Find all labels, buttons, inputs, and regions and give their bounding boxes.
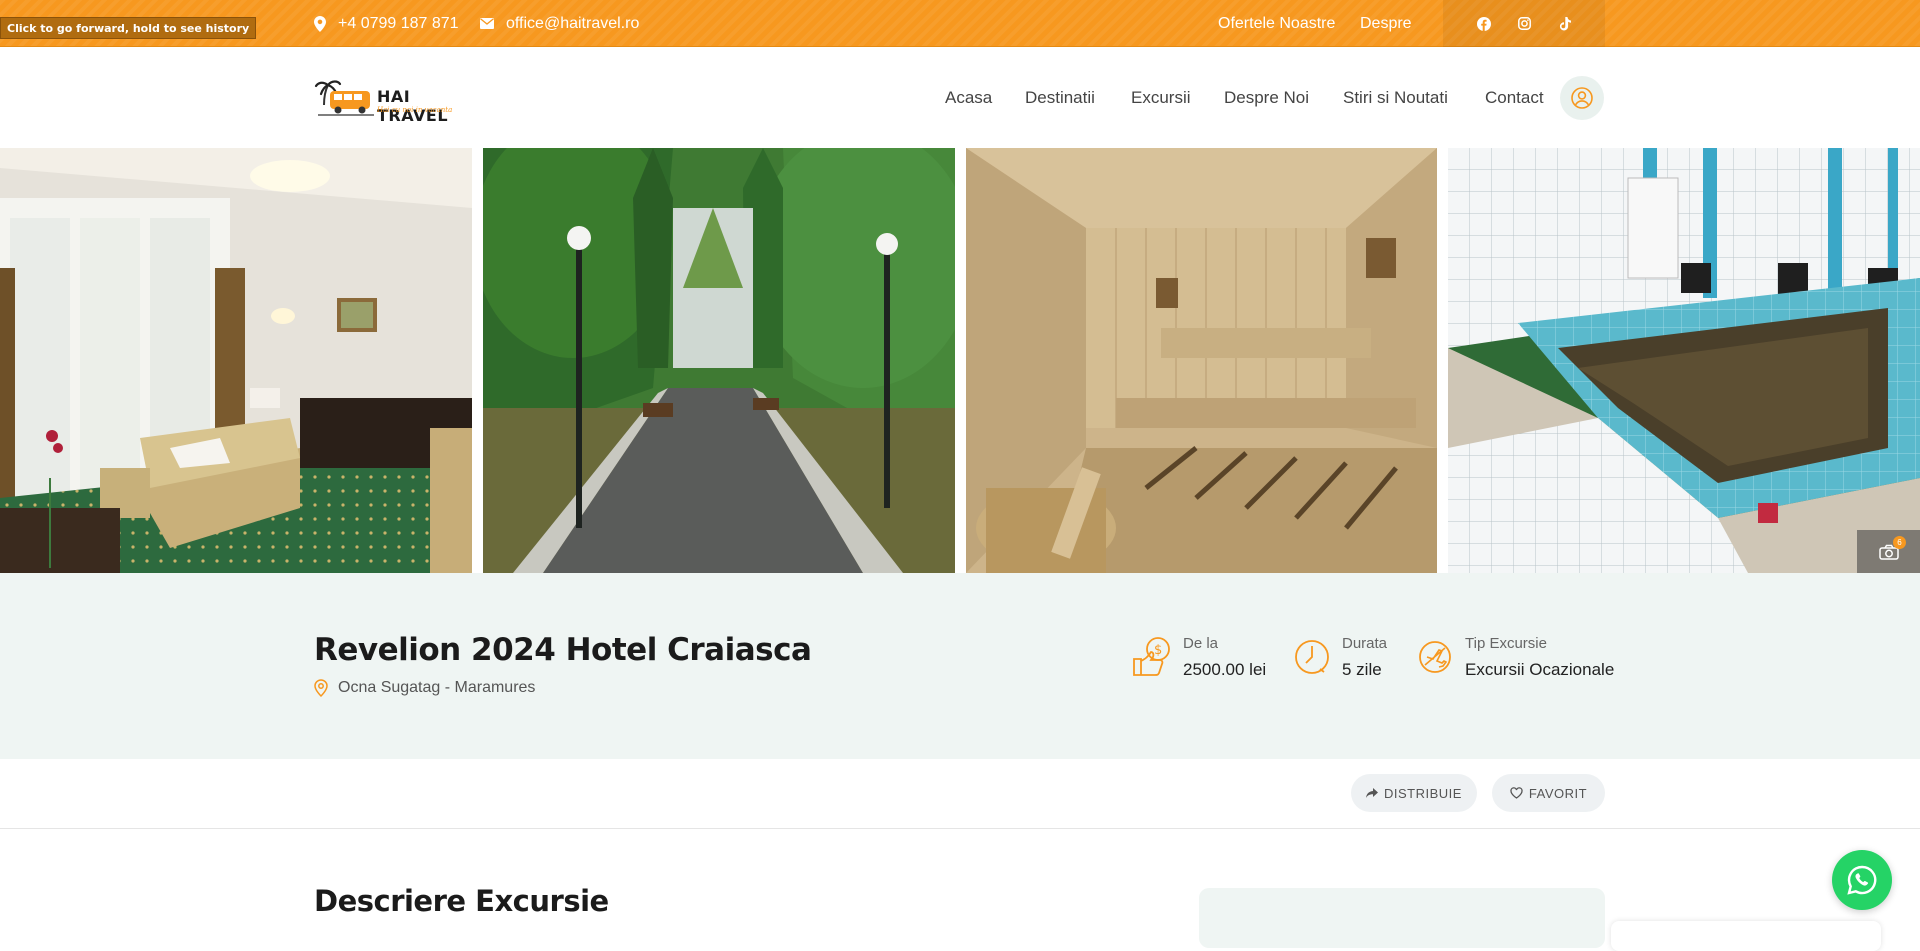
phone-contact[interactable]: +4 0799 187 871	[314, 0, 459, 47]
mail-icon	[480, 18, 494, 29]
facebook-icon[interactable]	[1476, 16, 1491, 31]
duration-label: Durata	[1342, 635, 1388, 652]
indoor-pool-photo[interactable]	[1448, 148, 1920, 573]
gallery-count-button[interactable]: 6	[1857, 530, 1920, 573]
browser-tooltip: Click to go forward, hold to see history	[0, 17, 257, 39]
topbar-link-about[interactable]: Despre	[1360, 0, 1412, 47]
top-bar: +4 0799 187 871 office@haitravel.ro Ofer…	[0, 0, 1920, 47]
nav-item-contact[interactable]: Contact	[1485, 47, 1544, 148]
tour-location: Ocna Sugatag - Maramures	[314, 679, 535, 697]
account-button[interactable]	[1560, 76, 1604, 120]
heart-icon	[1510, 787, 1523, 799]
topbar-link-offers[interactable]: Ofertele Noastre	[1218, 0, 1335, 47]
map-pin-icon	[314, 15, 326, 32]
nav-label[interactable]: Acasa	[945, 88, 992, 108]
logo-tagline: Hai cu noi in vacanta	[377, 106, 453, 114]
favorite-button[interactable]: FAVORIT	[1492, 774, 1605, 812]
price-value: 2500.00 lei	[1183, 660, 1267, 679]
price-tag-icon: $	[1133, 637, 1170, 676]
share-button[interactable]: DISTRIBUIE	[1351, 774, 1477, 812]
nav-label[interactable]: Contact	[1485, 88, 1544, 108]
whatsapp-icon	[1847, 865, 1877, 895]
booking-sidebox	[1199, 888, 1605, 948]
email-text: office@haitravel.ro	[506, 14, 640, 32]
price-info: $ De la 2500.00 lei	[1131, 635, 1266, 680]
share-icon	[1366, 787, 1379, 798]
page-title: Revelion 2024 Hotel Craiasca	[314, 632, 812, 668]
social-links	[1443, 0, 1605, 47]
tour-type-value: Excursii Ocazionale	[1465, 660, 1615, 679]
instagram-icon[interactable]	[1518, 17, 1532, 30]
location-text: Ocna Sugatag - Maramures	[338, 679, 536, 696]
site-logo[interactable]: HAI TRAVEL Hai cu noi in vacanta	[314, 75, 474, 125]
nav-label[interactable]: Destinatii	[1025, 88, 1095, 108]
nav-item-about[interactable]: Despre Noi	[1224, 47, 1309, 148]
email-contact[interactable]: office@haitravel.ro	[480, 0, 639, 47]
clock-icon	[1295, 640, 1329, 674]
sauna-photo[interactable]	[966, 148, 1437, 573]
site-header: HAI TRAVEL Hai cu noi in vacanta Acasa D…	[0, 47, 1920, 148]
logo-mark-icon	[314, 80, 374, 116]
hotel-room-photo[interactable]	[0, 148, 472, 573]
duration-value: 5 zile	[1342, 660, 1382, 679]
price-label: De la	[1183, 635, 1219, 652]
nav-item-home[interactable]: Acasa	[945, 47, 992, 148]
description-heading: Descriere Excursie	[314, 884, 609, 918]
tiktok-icon[interactable]	[1559, 16, 1572, 31]
share-label: DISTRIBUIE	[1384, 785, 1462, 801]
phone-text: +4 0799 187 871	[338, 14, 459, 32]
user-circle-icon	[1571, 87, 1593, 109]
nav-item-news[interactable]: Stiri si Noutati	[1343, 47, 1448, 148]
actions-bar: DISTRIBUIE FAVORIT	[0, 759, 1920, 829]
chat-preview-card	[1611, 921, 1881, 951]
whatsapp-button[interactable]	[1832, 850, 1892, 910]
photo-gallery: 6	[0, 148, 1920, 573]
plane-globe-icon	[1419, 641, 1451, 673]
nav-label[interactable]: Despre Noi	[1224, 88, 1309, 108]
tour-type-label: Tip Excursie	[1465, 635, 1547, 652]
nav-label[interactable]: Stiri si Noutati	[1343, 88, 1448, 108]
map-pin-icon	[314, 679, 328, 697]
park-alley-photo[interactable]	[483, 148, 955, 573]
gallery-count-badge: 6	[1893, 536, 1906, 549]
tour-type-info: Tip Excursie Excursii Ocazionale	[1413, 635, 1614, 680]
svg-text:$: $	[1154, 643, 1162, 658]
tour-info-band: Revelion 2024 Hotel Craiasca Ocna Sugata…	[0, 573, 1920, 759]
nav-item-destinations[interactable]: Destinatii	[1025, 47, 1095, 148]
nav-label[interactable]: Excursii	[1131, 88, 1191, 108]
favorite-label: FAVORIT	[1528, 785, 1588, 801]
duration-info: Durata 5 zile	[1290, 635, 1387, 680]
nav-item-excursions[interactable]: Excursii	[1131, 47, 1191, 148]
